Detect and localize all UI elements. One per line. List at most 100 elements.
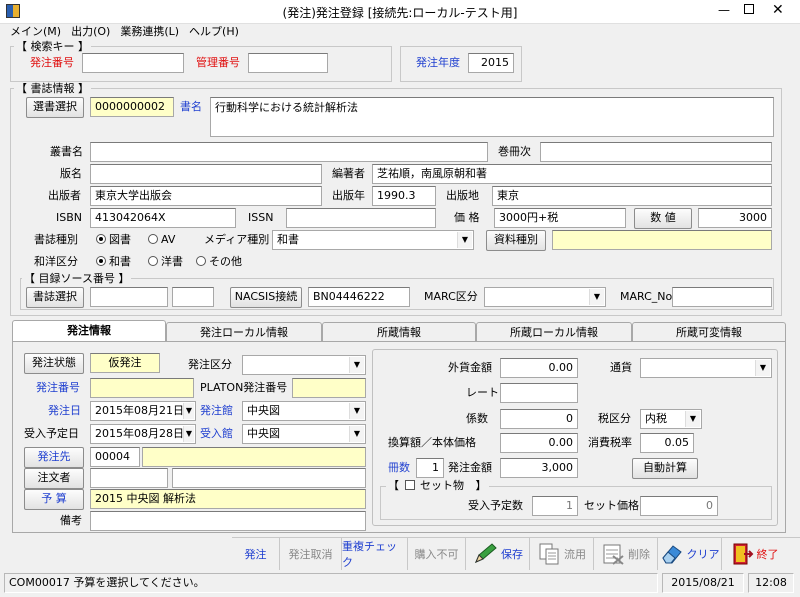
order-status-button[interactable]: 発注状態: [24, 353, 84, 374]
foreign-input[interactable]: 0.00: [500, 358, 578, 378]
coef-input[interactable]: 0: [500, 409, 578, 429]
orderer-name-input[interactable]: [172, 468, 366, 488]
order-lib-select[interactable]: 中央図 ▼: [242, 401, 366, 421]
conv-input[interactable]: 0.00: [500, 433, 578, 453]
currency-select[interactable]: ▼: [640, 358, 772, 378]
orderer-input[interactable]: [90, 468, 168, 488]
recv-lib-select[interactable]: 中央図 ▼: [242, 424, 366, 444]
menu-main[interactable]: メイン(M): [10, 24, 61, 40]
platon-input[interactable]: [292, 378, 366, 398]
amount-input[interactable]: 3,000: [500, 458, 578, 478]
maximize-icon[interactable]: [744, 4, 754, 14]
kind-radio-book[interactable]: 図書: [96, 231, 131, 249]
count-input[interactable]: 1: [416, 458, 444, 478]
lang-radio-jp[interactable]: 和書: [96, 253, 131, 271]
order-type-select[interactable]: ▼: [242, 355, 366, 375]
due-count-input[interactable]: 1: [532, 496, 578, 516]
auto-calc-button[interactable]: 自動計算: [632, 458, 698, 479]
series-input[interactable]: [90, 142, 488, 162]
delete-button[interactable]: 削除: [594, 538, 658, 570]
search-order-no-input[interactable]: [82, 53, 184, 73]
taxrate-input[interactable]: 0.05: [640, 433, 694, 453]
volume-input[interactable]: [540, 142, 772, 162]
menu-help[interactable]: ヘルプ(H): [189, 24, 239, 40]
vendor-button[interactable]: 発注先: [24, 447, 84, 468]
order-status-field: 仮発注: [90, 353, 160, 373]
set-price-input[interactable]: 0: [640, 496, 718, 516]
select-record-button[interactable]: 書誌選択: [26, 287, 84, 308]
orderer-button[interactable]: 注文者: [24, 468, 84, 489]
memo-input[interactable]: [90, 511, 366, 531]
clear-button[interactable]: クリア: [658, 538, 722, 570]
due-count-label: 受入予定数: [468, 499, 523, 512]
publisher-input[interactable]: 東京大学出版会: [90, 186, 322, 206]
platon-label: PLATON発注番号: [200, 381, 288, 394]
isbn-input[interactable]: 413042064X: [90, 208, 236, 228]
select-book-button[interactable]: 選書選択: [26, 97, 84, 118]
kind-radio-av[interactable]: AV: [148, 231, 175, 249]
book-title-input[interactable]: 行動科学における統計解析法: [210, 97, 774, 137]
lang-radio-west[interactable]: 洋書: [148, 253, 183, 271]
numeric-button[interactable]: 数 値: [634, 208, 692, 229]
copy-icon: [539, 543, 559, 565]
author-input[interactable]: 芝祐順，南風原朝和著: [372, 164, 772, 184]
menu-link[interactable]: 業務連携(L): [120, 24, 179, 40]
tab-holdings-local[interactable]: 所蔵ローカル情報: [476, 322, 632, 342]
radio-on-icon: [96, 256, 106, 266]
tab-order-local[interactable]: 発注ローカル情報: [166, 322, 322, 342]
tab-holdings-variable[interactable]: 所蔵可変情報: [632, 322, 786, 342]
tab-holdings[interactable]: 所蔵情報: [322, 322, 476, 342]
not-purchasable-button[interactable]: 購入不可: [408, 538, 466, 570]
rate-input[interactable]: [500, 383, 578, 403]
search-mgmt-no-input[interactable]: [248, 53, 328, 73]
tax-select[interactable]: 内税 ▼: [640, 409, 702, 429]
tab-order-info[interactable]: 発注情報: [12, 320, 166, 342]
lang-radio-other[interactable]: その他: [196, 253, 242, 271]
media-select[interactable]: 和書 ▼: [272, 230, 474, 250]
marcno-input[interactable]: [672, 287, 772, 307]
set-checkbox[interactable]: [404, 480, 415, 490]
vendor-code-input[interactable]: 00004: [90, 447, 140, 467]
chevron-down-icon: ▼: [183, 426, 194, 442]
marc-select[interactable]: ▼: [484, 287, 606, 307]
minimize-icon[interactable]: —: [718, 3, 730, 17]
year-input[interactable]: 2015: [468, 53, 514, 73]
due-date-select[interactable]: 2015年08月28日 ▼: [90, 424, 196, 444]
radio-on-icon: [96, 234, 106, 244]
exit-door-icon: [733, 543, 753, 565]
pubyear-input[interactable]: 1990.3: [372, 186, 436, 206]
save-button[interactable]: 保存: [466, 538, 530, 570]
source-a-input[interactable]: [90, 287, 168, 307]
menu-output[interactable]: 出力(O): [71, 24, 110, 40]
close-icon[interactable]: ✕: [772, 2, 784, 18]
nacsis-connect-button[interactable]: NACSIS接続: [230, 287, 302, 308]
taxrate-label: 消費税率: [588, 436, 632, 449]
place-label: 出版地: [446, 189, 479, 202]
kind-label: 書誌種別: [34, 233, 78, 246]
numeric-value-input[interactable]: 3000: [698, 208, 772, 228]
order-no-field-label[interactable]: 発注番号: [36, 379, 80, 397]
order-lib-label[interactable]: 発注館: [200, 402, 233, 420]
order-date-select[interactable]: 2015年08月21日 ▼: [90, 401, 196, 421]
edition-input[interactable]: [90, 164, 322, 184]
source-group-title: 【 目録ソース番号 】: [22, 272, 132, 286]
order-date-label[interactable]: 発注日: [48, 402, 81, 420]
nacsis-id-input[interactable]: BN04446222: [308, 287, 410, 307]
budget-field: 2015 中央図 解析法: [90, 489, 366, 509]
order-button[interactable]: 発注: [232, 538, 280, 570]
reuse-button[interactable]: 流用: [530, 538, 594, 570]
radio-off-icon: [148, 256, 158, 266]
price-input[interactable]: 3000円+税: [494, 208, 626, 228]
currency-label: 通貨: [610, 361, 632, 374]
budget-button[interactable]: 予 算: [24, 489, 84, 510]
material-type-button[interactable]: 資料種別: [486, 230, 546, 251]
exit-button[interactable]: 終了: [722, 538, 786, 570]
order-no-input[interactable]: [90, 378, 194, 398]
duplicate-check-button[interactable]: 重複チェック: [342, 538, 408, 570]
source-b-input[interactable]: [172, 287, 214, 307]
cancel-order-button[interactable]: 発注取消: [280, 538, 342, 570]
tax-label: 税区分: [598, 412, 631, 425]
issn-input[interactable]: [286, 208, 436, 228]
recv-lib-label[interactable]: 受入館: [200, 425, 233, 443]
place-input[interactable]: 東京: [492, 186, 772, 206]
